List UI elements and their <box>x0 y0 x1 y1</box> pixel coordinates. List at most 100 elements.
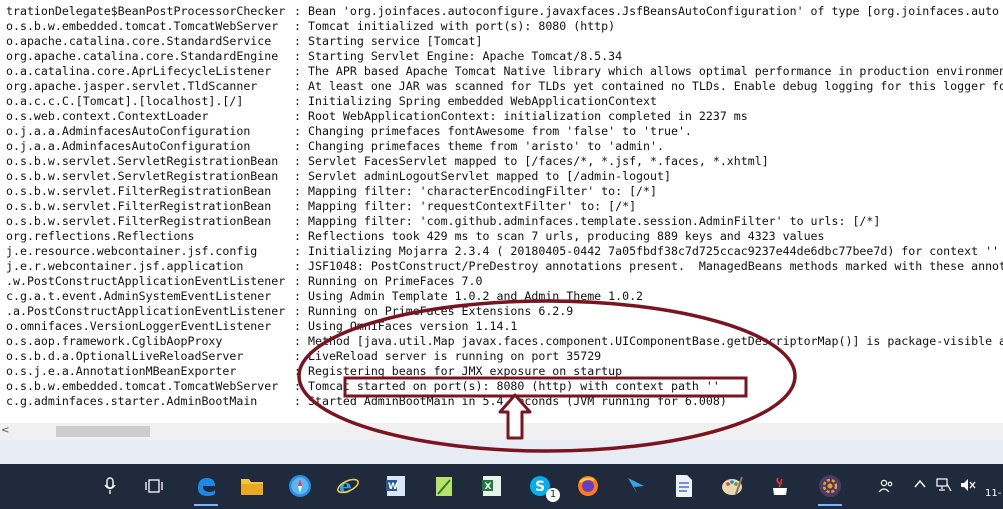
java-icon[interactable] <box>766 472 794 500</box>
log-line: o.s.b.w.servlet.FilterRegistrationBean: M… <box>6 199 636 214</box>
log-logger-name: .a.PostConstructApplicationEventListener <box>6 304 286 318</box>
log-separator: : <box>294 394 301 408</box>
log-message: Running on PrimeFaces Extensions 6.2.9 <box>308 304 574 318</box>
log-separator: : <box>294 214 301 228</box>
log-separator: : <box>294 289 301 303</box>
log-message: Using OmniFaces version 1.14.1 <box>308 319 518 333</box>
log-message: Bean 'org.joinfaces.autoconfigure.javaxf… <box>308 4 1000 18</box>
log-line: c.g.a.t.event.AdminSystemEventListener: U… <box>6 289 643 304</box>
volume-muted-icon[interactable] <box>960 478 976 496</box>
log-logger-name: o.j.a.a.AdminfacesAutoConfiguration <box>6 139 251 153</box>
log-message: Starting service [Tomcat] <box>308 34 483 48</box>
excel-spreadsheet-icon[interactable]: X <box>478 472 506 500</box>
window-bottom-strip <box>0 440 1003 464</box>
log-line: o.s.b.w.servlet.FilterRegistrationBean: M… <box>6 214 880 229</box>
edge-browser-icon[interactable] <box>192 472 220 506</box>
log-separator: : <box>294 154 301 168</box>
log-message: Using Admin Template 1.0.2 and Admin The… <box>308 289 644 303</box>
log-separator: : <box>294 109 301 123</box>
log-logger-name: o.s.b.w.embedded.tomcat.TomcatWebServer <box>6 19 279 33</box>
document-viewer-icon[interactable] <box>670 472 698 500</box>
log-logger-name: org.apache.jasper.servlet.TldScanner <box>6 79 258 93</box>
log-separator: : <box>294 229 301 243</box>
log-separator: : <box>294 379 301 393</box>
log-message: LiveReload server is running on port 357… <box>308 349 602 363</box>
log-logger-name: org.apache.catalina.core.StandardEngine <box>6 49 279 63</box>
clock-date[interactable]: 11- <box>985 488 1001 499</box>
log-message: Started AdminBootMain in 5.4 seconds (JV… <box>308 394 727 408</box>
log-separator: : <box>294 34 301 48</box>
log-line: .a.PostConstructApplicationEventListener… <box>6 304 573 319</box>
log-message: Mapping filter: 'com.github.adminfaces.t… <box>308 214 881 228</box>
log-separator: : <box>294 139 301 153</box>
svg-text:S: S <box>535 479 545 495</box>
microphone-icon[interactable] <box>96 472 124 500</box>
log-line: o.s.web.context.ContextLoader: Root WebAp… <box>6 109 748 124</box>
internet-explorer-icon[interactable]: e <box>334 472 362 500</box>
paint-palette-icon[interactable] <box>718 472 746 500</box>
log-separator: : <box>294 124 301 138</box>
log-separator: : <box>294 334 301 348</box>
log-separator: : <box>294 259 301 273</box>
network-icon[interactable] <box>936 478 952 496</box>
log-logger-name: o.s.b.w.embedded.tomcat.TomcatWebServer <box>6 379 279 393</box>
log-line: o.s.b.w.embedded.tomcat.TomcatWebServer:… <box>6 19 615 34</box>
scroll-left-arrow-icon[interactable]: < <box>1 425 9 436</box>
log-logger-name: o.s.b.w.servlet.FilterRegistrationBean <box>6 199 272 213</box>
log-separator: : <box>294 64 301 78</box>
log-logger-name: org.reflections.Reflections <box>6 229 195 243</box>
log-message: Tomcat started on port(s): 8080 (http) w… <box>308 379 720 393</box>
file-explorer-icon[interactable] <box>238 472 266 500</box>
log-line: o.s.j.e.a.AnnotationMBeanExporter: Regist… <box>6 364 622 379</box>
log-line: j.e.resource.webcontainer.jsf.config: Ini… <box>6 244 999 259</box>
log-line: o.j.a.a.AdminfacesAutoConfiguration: Chan… <box>6 124 692 139</box>
log-message: Servlet FacesServlet mapped to [/faces/*… <box>308 154 769 168</box>
log-message: Starting Servlet Engine: Apache Tomcat/8… <box>308 49 623 63</box>
log-separator: : <box>294 304 301 318</box>
log-separator: : <box>294 319 301 333</box>
log-message: Servlet adminLogoutServlet mapped to [/a… <box>308 169 671 183</box>
skype-badge: 1 <box>546 488 560 502</box>
log-message: Mapping filter: 'requestContextFilter' t… <box>308 199 637 213</box>
log-message: Running on PrimeFaces 7.0 <box>308 274 483 288</box>
log-message: Tomcat initialized with port(s): 8080 (h… <box>308 19 616 33</box>
horizontal-scrollbar[interactable]: < <box>0 423 1003 440</box>
task-view-icon[interactable] <box>140 472 168 500</box>
log-line: o.s.b.w.servlet.ServletRegistrationBean:… <box>6 169 671 184</box>
log-logger-name: o.s.j.e.a.AnnotationMBeanExporter <box>6 364 237 378</box>
firefox-icon[interactable] <box>574 472 602 500</box>
log-message: The APR based Apache Tomcat Native libra… <box>308 64 1003 78</box>
scrollbar-thumb[interactable] <box>56 426 150 437</box>
skype-icon[interactable]: S 1 <box>526 472 560 502</box>
word-document-icon[interactable]: W <box>382 472 410 500</box>
people-icon[interactable] <box>878 478 894 498</box>
log-line: o.s.aop.framework.CglibAopProxy: Method [… <box>6 334 1003 349</box>
log-line: o.s.b.w.embedded.tomcat.TomcatWebServer:… <box>6 379 720 394</box>
log-separator: : <box>294 49 301 63</box>
log-separator: : <box>294 274 301 288</box>
log-separator: : <box>294 79 301 93</box>
log-message: JSF1048: PostConstruct/PreDestroy annota… <box>308 259 1003 273</box>
log-message: Changing primefaces theme from 'aristo' … <box>308 139 664 153</box>
safari-compass-icon[interactable] <box>286 472 314 500</box>
log-line: j.e.r.webcontainer.jsf.application: JSF10… <box>6 259 1003 274</box>
log-separator: : <box>294 94 301 108</box>
app-gear-icon[interactable] <box>816 472 844 506</box>
log-line: o.omnifaces.VersionLoggerEventListener: U… <box>6 319 517 334</box>
log-line: o.a.catalina.core.AprLifecycleListener: T… <box>6 64 1003 79</box>
log-line: o.j.a.a.AdminfacesAutoConfiguration: Chan… <box>6 139 664 154</box>
log-logger-name: o.apache.catalina.core.StandardService <box>6 34 272 48</box>
log-line: o.s.b.w.servlet.FilterRegistrationBean: M… <box>6 184 657 199</box>
log-separator: : <box>294 364 301 378</box>
log-message: Initializing Spring embedded WebApplicat… <box>308 94 658 108</box>
log-separator: : <box>294 4 301 18</box>
log-line: org.reflections.Reflections: Reflections … <box>6 229 825 244</box>
log-logger-name: o.s.b.d.a.OptionalLiveReloadServer <box>6 349 244 363</box>
log-line: org.apache.jasper.servlet.TldScanner: At … <box>6 79 1003 94</box>
notepad-plus-icon[interactable] <box>430 472 458 500</box>
log-logger-name: j.e.r.webcontainer.jsf.application <box>6 259 244 273</box>
console-output: trationDelegate$BeanPostProcessorChecker… <box>0 0 1003 422</box>
paper-plane-app-icon[interactable] <box>622 472 650 500</box>
chevron-up-icon[interactable] <box>914 478 926 494</box>
log-message: Root WebApplicationContext: initializati… <box>308 109 748 123</box>
